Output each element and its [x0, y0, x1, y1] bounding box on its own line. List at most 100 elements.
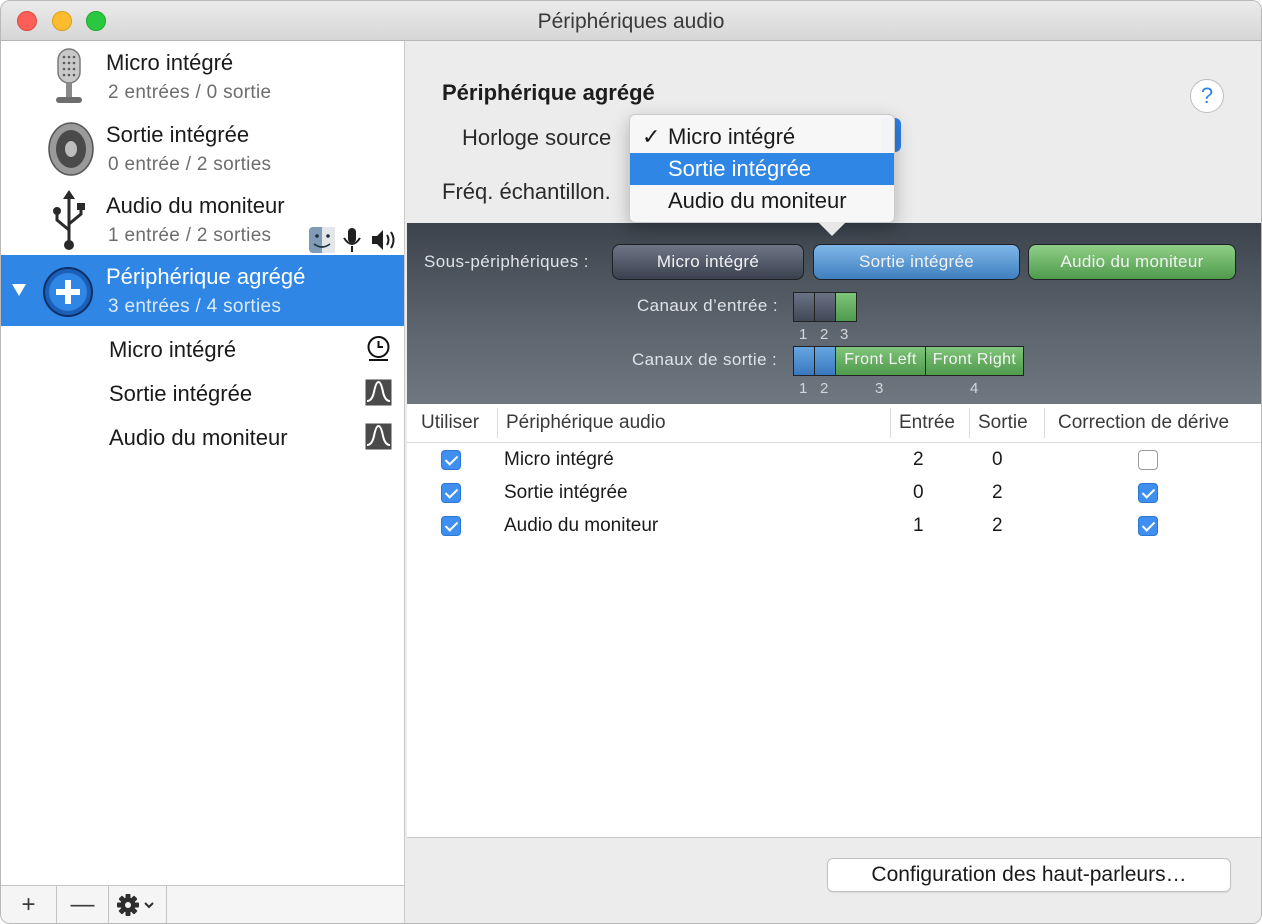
channel-number: 3 — [840, 326, 849, 343]
channel-number: 3 — [875, 380, 884, 397]
table-cell-device: Sortie intégrée — [504, 482, 628, 503]
clock-source-menu: ✓ Micro intégré Sortie intégrée Audio du… — [629, 114, 895, 223]
volume-icon — [372, 230, 395, 250]
column-divider — [969, 408, 970, 438]
waveform-icon — [365, 379, 392, 406]
subdevice-name: Audio du moniteur — [109, 425, 288, 450]
title-bar: Périphériques audio — [1, 1, 1261, 41]
sidebar-item-audio-du-moniteur[interactable]: Audio du moniteur 1 entrée / 2 sorties — [1, 184, 404, 255]
clock-icon — [367, 336, 390, 361]
output-channels-strip[interactable]: Front Left Front Right — [793, 346, 1024, 376]
menu-pointer — [818, 222, 846, 236]
column-header-device[interactable]: Périphérique audio — [506, 412, 666, 434]
table-cell-input: 2 — [913, 449, 924, 470]
column-header-input[interactable]: Entrée — [899, 412, 955, 434]
menu-item-micro-integre[interactable]: ✓ Micro intégré — [630, 121, 894, 153]
use-checkbox[interactable] — [441, 450, 461, 470]
device-io: 2 entrées / 0 sortie — [108, 82, 272, 103]
menu-item-label: Sortie intégrée — [668, 156, 812, 181]
output-channel[interactable] — [794, 347, 815, 375]
finder-icon — [309, 227, 335, 253]
device-io: 0 entrée / 2 sorties — [108, 154, 272, 175]
channel-number: 4 — [970, 380, 979, 397]
column-header-output[interactable]: Sortie — [978, 412, 1028, 434]
microphone-icon — [56, 48, 82, 103]
waveform-icon — [365, 423, 392, 450]
remove-device-button[interactable]: — — [57, 886, 109, 923]
subdevice-item-audio-du-moniteur[interactable]: Audio du moniteur — [1, 415, 404, 459]
device-io: 1 entrée / 2 sorties — [108, 225, 272, 246]
table-cell-input: 1 — [913, 515, 924, 536]
output-channel[interactable] — [815, 347, 836, 375]
table-cell-input: 0 — [913, 482, 924, 503]
drift-correction-checkbox[interactable] — [1138, 483, 1158, 503]
device-io: 3 entrées / 4 sorties — [108, 296, 282, 317]
window-title: Périphériques audio — [537, 10, 725, 33]
help-button[interactable]: ? — [1190, 79, 1224, 113]
device-sidebar: Micro intégré 2 entrées / 0 sortie Sorti… — [1, 41, 405, 885]
drift-correction-checkbox[interactable] — [1138, 516, 1158, 536]
subdevice-table: Utiliser Périphérique audio Entrée Sorti… — [407, 404, 1261, 838]
header-divider — [407, 442, 1261, 443]
subdevice-pill-audio-du-moniteur[interactable]: Audio du moniteur — [1028, 244, 1236, 280]
output-channels-label: Canaux de sortie : — [632, 350, 778, 369]
device-name: Périphérique agrégé — [106, 264, 306, 289]
channel-number: 1 — [799, 380, 808, 397]
use-checkbox[interactable] — [441, 516, 461, 536]
device-name: Sortie intégrée — [106, 122, 250, 147]
subdevice-name: Micro intégré — [109, 337, 237, 362]
usb-icon — [53, 190, 85, 250]
subdevice-name: Sortie intégrée — [109, 381, 253, 406]
column-divider — [497, 408, 498, 438]
device-role-icons — [309, 227, 395, 253]
device-name: Audio du moniteur — [106, 193, 285, 218]
sample-rate-label: Fréq. échantillon. — [442, 179, 611, 204]
disclosure-triangle-icon[interactable] — [12, 284, 26, 296]
input-channel[interactable] — [794, 293, 815, 321]
configure-speakers-button[interactable]: Configuration des haut-parleurs… — [827, 858, 1231, 892]
column-header-use[interactable]: Utiliser — [421, 412, 479, 434]
menu-item-label: Micro intégré — [668, 124, 796, 149]
sidebar-item-sortie-integree[interactable]: Sortie intégrée 0 entrée / 2 sorties — [1, 113, 404, 184]
sidebar-item-peripherique-agrege[interactable]: Périphérique agrégé 3 entrées / 4 sortie… — [1, 255, 404, 326]
table-cell-device: Audio du moniteur — [504, 515, 659, 536]
table-cell-output: 0 — [992, 449, 1003, 470]
table-cell-device: Micro intégré — [504, 449, 614, 470]
channel-number: 2 — [820, 326, 829, 343]
menu-item-sortie-integree[interactable]: Sortie intégrée — [630, 153, 894, 185]
audio-devices-window: Périphériques audio Micro intégré 2 entr… — [0, 0, 1262, 924]
action-menu-button[interactable] — [109, 886, 167, 923]
aggregate-plus-icon — [43, 267, 93, 317]
subdevice-pill-sortie-integree[interactable]: Sortie intégrée — [813, 244, 1020, 280]
subdevice-pill-micro-integre[interactable]: Micro intégré — [612, 244, 804, 280]
use-checkbox[interactable] — [441, 483, 461, 503]
section-title: Périphérique agrégé — [442, 80, 655, 105]
column-divider — [1044, 408, 1045, 438]
subdevice-item-micro-integre[interactable]: Micro intégré — [1, 327, 404, 371]
table-cell-output: 2 — [992, 482, 1003, 503]
menu-item-label: Audio du moniteur — [668, 188, 847, 213]
subdevices-label: Sous-périphériques : — [424, 252, 589, 271]
add-device-button[interactable]: + — [1, 886, 57, 923]
chevron-down-icon — [143, 902, 154, 909]
gear-icon — [116, 894, 154, 916]
channel-number: 2 — [820, 380, 829, 397]
sidebar-toolbar: + — — [1, 885, 405, 923]
input-channels-label: Canaux d’entrée : — [637, 296, 778, 315]
subdevice-item-sortie-integree[interactable]: Sortie intégrée — [1, 371, 404, 415]
menu-item-audio-du-moniteur[interactable]: Audio du moniteur — [630, 185, 894, 217]
input-channels-strip[interactable] — [793, 292, 857, 322]
checkmark-icon: ✓ — [642, 124, 661, 149]
channel-number: 1 — [799, 326, 808, 343]
drift-correction-checkbox[interactable] — [1138, 450, 1158, 470]
output-channel-front-right[interactable]: Front Right — [926, 347, 1023, 375]
microphone-small-icon — [343, 228, 361, 252]
column-header-drift-correction[interactable]: Correction de dérive — [1058, 412, 1229, 434]
speaker-icon — [48, 122, 94, 176]
output-channel-front-left[interactable]: Front Left — [836, 347, 926, 375]
input-channel[interactable] — [815, 293, 836, 321]
sidebar-item-micro-integre[interactable]: Micro intégré 2 entrées / 0 sortie — [1, 41, 404, 112]
table-cell-output: 2 — [992, 515, 1003, 536]
device-name: Micro intégré — [106, 50, 234, 75]
input-channel[interactable] — [836, 293, 856, 321]
